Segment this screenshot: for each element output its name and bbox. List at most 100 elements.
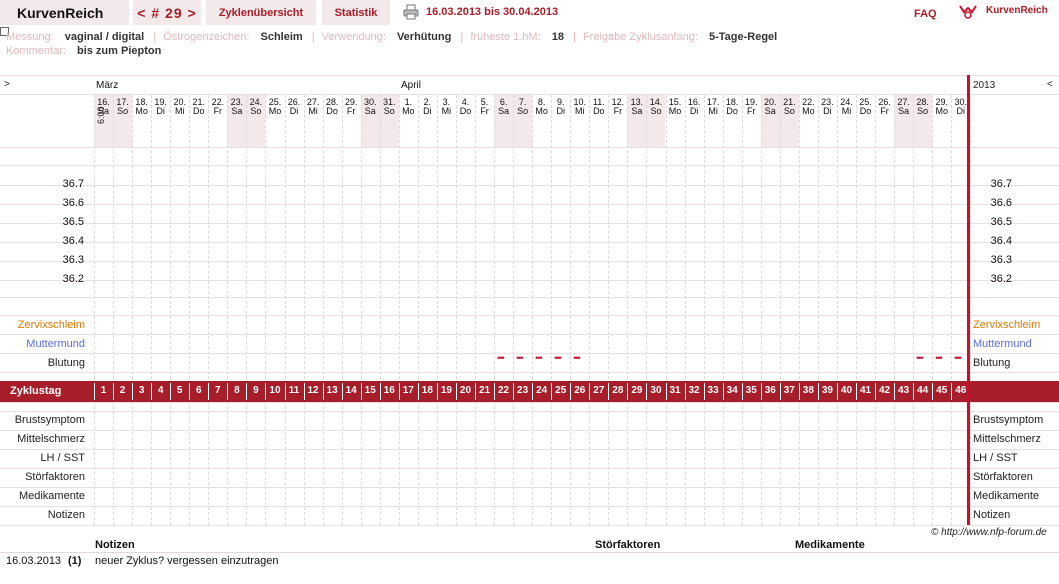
cycle-day-number[interactable]: 35 [742,385,761,396]
year-label: 2013 [973,80,996,91]
cycle-day-number[interactable]: 28 [608,385,627,396]
cycle-day-number[interactable]: 26 [570,385,589,396]
cycle-day-number[interactable]: 17 [399,385,418,396]
grid-vline [894,95,896,525]
cycle-day-number[interactable]: 23 [513,385,532,396]
cycle-day-number[interactable]: 25 [551,385,570,396]
cycle-day-number[interactable]: 14 [342,385,361,396]
grid-hline [0,506,1059,507]
bleeding-spot-marker[interactable]: ••• [916,353,924,363]
cycle-day-number[interactable]: 24 [532,385,551,396]
bleeding-spot-marker[interactable]: ••• [516,353,524,363]
cycle-day-number[interactable]: 2 [113,385,132,396]
scroll-right-button[interactable]: < [1047,79,1053,90]
cycle-day-separator [189,383,191,400]
day-of-week: Di [823,106,832,116]
app-title[interactable]: KurvenReich [0,0,129,25]
cycle-day-number[interactable]: 4 [151,385,170,396]
cycle-day-separator [494,383,496,400]
cycle-day-number[interactable]: 11 [285,385,304,396]
grid-hline [0,261,1059,262]
cycle-day-separator [894,383,896,400]
statistics-button[interactable]: Statistik [322,0,390,25]
cycle-day-separator [379,383,381,400]
cycle-day-number[interactable]: 7 [208,385,227,396]
cycle-day-number[interactable]: 39 [818,385,837,396]
cycle-day-number[interactable]: 1 [94,385,113,396]
printer-icon[interactable] [403,4,419,20]
cycle-day-number[interactable]: 30 [646,385,665,396]
cycle-day-number[interactable]: 45 [932,385,951,396]
cycle-day-number[interactable]: 42 [875,385,894,396]
cycle-day-separator [170,383,172,400]
cycle-day-number[interactable]: 31 [666,385,685,396]
scroll-left-button[interactable]: > [4,79,10,90]
grid-hline [0,372,1059,373]
cycle-day-number[interactable]: 6 [189,385,208,396]
cycle-day-separator [798,383,800,400]
cycle-day-number[interactable]: 20 [456,385,475,396]
cycle-day-number[interactable]: 41 [856,385,875,396]
faq-link[interactable]: FAQ [914,8,937,20]
grid-vline [417,95,419,525]
day-of-week: Mi [441,106,452,116]
cycle-day-number[interactable]: 9 [246,385,265,396]
cycle-day-number[interactable]: 21 [475,385,494,396]
cycle-day-number[interactable]: 27 [589,385,608,396]
grid-hline [0,315,1059,316]
grid-hline [0,297,1059,298]
cycle-nav-button[interactable]: < # 29 > [133,0,201,25]
row-label-notizen: Notizen [47,509,85,521]
grid-hline [0,204,1059,205]
cycle-day-number[interactable]: 37 [780,385,799,396]
day-of-week: Sa [231,106,243,116]
cycle-day-separator [265,383,267,400]
grid-hline [0,430,1059,431]
bleeding-spot-marker[interactable]: ••• [954,353,962,363]
cycle-day-number[interactable]: 15 [361,385,380,396]
bleeding-spot-marker[interactable]: ••• [935,353,943,363]
cycle-day-number[interactable]: 13 [323,385,342,396]
grid-hline [0,94,1059,95]
footer-row-date: 16.03.2013 [6,555,62,567]
cycle-day-number[interactable]: 43 [894,385,913,396]
verwendung-key: Verwendung: [321,31,386,43]
bleeding-spot-marker[interactable]: ••• [497,353,505,363]
grid-vline [817,95,819,525]
day-of-week: Di [156,106,165,116]
row-label-lh-right: LH / SST [973,452,1018,464]
cycle-day-number[interactable]: 29 [627,385,646,396]
cycle-day-number[interactable]: 32 [685,385,704,396]
cycle-day-number[interactable]: 38 [799,385,818,396]
cycle-day-separator [722,383,724,400]
bleeding-spot-marker[interactable]: ••• [573,353,581,363]
cycle-day-number[interactable]: 22 [494,385,513,396]
cycle-day-number[interactable]: 10 [265,385,284,396]
cycle-day-number[interactable]: 36 [761,385,780,396]
footer-row-num[interactable]: (1) [68,555,81,567]
grid-hline [0,185,1059,186]
cycle-day-number[interactable]: 8 [227,385,246,396]
cycle-day-separator [760,383,762,400]
cycle-day-number[interactable]: 44 [913,385,932,396]
cycle-overview-button[interactable]: Zyklenübersicht [206,0,316,25]
day-of-week: Di [289,106,299,116]
cycle-day-number[interactable]: 3 [132,385,151,396]
bleeding-spot-marker[interactable]: ••• [554,353,562,363]
copyright[interactable]: © http://www.nfp-forum.de [931,527,1047,538]
grid-hline [0,334,1059,335]
cycle-day-number[interactable]: 16 [380,385,399,396]
temp-label-left: 36.2 [62,273,84,285]
cycle-day-separator [570,383,572,400]
cycle-day-number[interactable]: 12 [304,385,323,396]
day-of-week: Do [726,106,738,116]
cycle-day-number[interactable]: 33 [704,385,723,396]
cycle-day-number[interactable]: 5 [170,385,189,396]
cycle-day-number[interactable]: 19 [437,385,456,396]
row-label-medi-right: Medikamente [973,490,1040,502]
bleeding-spot-marker[interactable]: ••• [535,353,543,363]
cycle-day-number[interactable]: 18 [418,385,437,396]
cycle-day-number[interactable]: 40 [837,385,856,396]
row-label-blutung-right: Blutung [973,357,1011,369]
cycle-day-number[interactable]: 34 [723,385,742,396]
